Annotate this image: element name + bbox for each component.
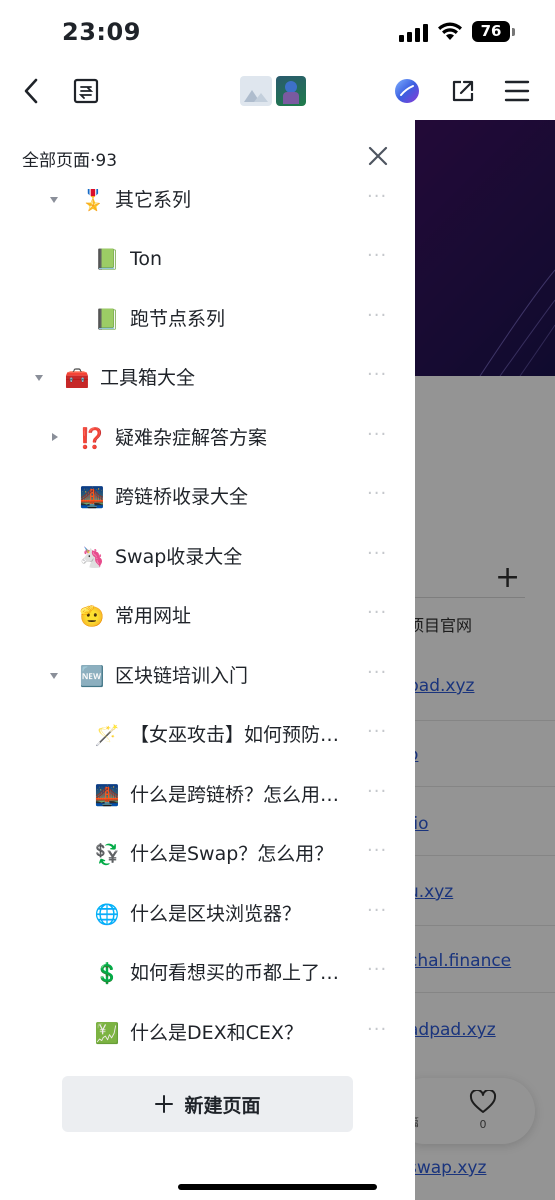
more-options-icon[interactable]: ··· (367, 782, 387, 802)
tree-item-label: 工具箱大全 (100, 367, 196, 389)
bridge-icon: 🌉 (79, 485, 105, 509)
tree-item-ton[interactable]: 📗 Ton ··· (0, 229, 415, 288)
bridge-icon: 🌉 (94, 783, 120, 807)
thumbnail-landscape-icon (240, 76, 272, 106)
chevron-left-icon (24, 78, 38, 104)
back-button[interactable] (14, 62, 48, 120)
tree-item-coin-listings[interactable]: 💲 如何看想买的币都上了… ··· (0, 943, 415, 1002)
expand-caret-icon[interactable] (50, 197, 58, 203)
more-options-icon[interactable]: ··· (367, 484, 387, 504)
tree-item-label: Ton (130, 248, 163, 270)
tree-item-label: 跨链桥收录大全 (115, 486, 249, 508)
tree-item-toolbox[interactable]: 🧰 工具箱大全 ··· (0, 348, 415, 407)
tree-item-what-is-bridge[interactable]: 🌉 什么是跨链桥？怎么用… ··· (0, 765, 415, 824)
page-tree-drawer: 全部页面·93 🎖️ 其它系列 ··· 📗 Ton ··· 📗 跑节点系列 ··… (0, 120, 415, 1200)
plus-icon (155, 1095, 174, 1113)
tree-item-common-urls[interactable]: 🫡 常用网址 ··· (0, 586, 415, 645)
expand-caret-icon[interactable] (50, 673, 58, 679)
more-options-icon[interactable]: ··· (367, 722, 387, 742)
hamburger-menu-icon (504, 80, 530, 102)
tree-item-troubleshooting[interactable]: ⁉️ 疑难杂症解答方案 ··· (0, 408, 415, 467)
tree-item-label: 什么是DEX和CEX？ (130, 1022, 303, 1044)
close-icon[interactable] (366, 144, 390, 168)
tree-item-bridges[interactable]: 🌉 跨链桥收录大全 ··· (0, 467, 415, 526)
more-options-icon[interactable]: ··· (367, 187, 387, 207)
more-options-icon[interactable]: ··· (367, 246, 387, 266)
battery-indicator: 76 (472, 21, 510, 42)
more-options-icon[interactable]: ··· (367, 603, 387, 623)
app-avatar-button[interactable] (392, 62, 422, 120)
collapsed-caret-icon[interactable] (52, 433, 58, 441)
more-options-icon[interactable]: ··· (367, 365, 387, 385)
tree-item-block-explorer[interactable]: 🌐 什么是区块浏览器？ ··· (0, 884, 415, 943)
tree-item-label: 如何看想买的币都上了… (130, 962, 340, 984)
more-options-icon[interactable]: ··· (367, 841, 387, 861)
green-book-icon: 📗 (94, 247, 120, 271)
new-page-label: 新建页面 (184, 1094, 261, 1117)
share-button[interactable] (448, 62, 478, 120)
unicorn-icon: 🦄 (79, 545, 105, 569)
exclamation-question-icon: ⁉️ (79, 426, 105, 450)
more-options-icon[interactable]: ··· (367, 1020, 387, 1040)
tree-item-label: 【女巫攻击】如何预防… (130, 724, 340, 746)
tree-item-label: 区块链培训入门 (115, 665, 249, 687)
more-options-icon[interactable]: ··· (367, 901, 387, 921)
tree-item-label: 疑难杂症解答方案 (115, 427, 268, 449)
more-options-icon[interactable]: ··· (367, 544, 387, 564)
tree-item-what-is-swap[interactable]: 💱 什么是Swap？怎么用？ ··· (0, 824, 415, 883)
top-nav-bar (0, 62, 555, 120)
outline-icon (73, 78, 99, 104)
cellular-signal-icon (399, 24, 428, 42)
tree-item-swaps[interactable]: 🦄 Swap收录大全 ··· (0, 527, 415, 586)
medal-icon: 🎖️ (80, 188, 106, 212)
battery-tip (512, 28, 515, 36)
tree-item-label: Swap收录大全 (115, 546, 243, 568)
tree-item-other-series[interactable]: 🎖️ 其它系列 ··· (0, 170, 415, 229)
menu-button[interactable] (502, 62, 532, 120)
more-options-icon[interactable]: ··· (367, 663, 387, 683)
home-indicator[interactable] (178, 1184, 377, 1190)
tree-item-label: 什么是跨链桥？怎么用… (130, 784, 340, 806)
drawer-title: 全部页面·93 (22, 151, 118, 171)
status-bar: 23:09 76 (0, 0, 555, 62)
tree-item-label: 什么是区块浏览器？ (130, 903, 302, 925)
chart-yen-icon: 💹 (94, 1021, 120, 1045)
tree-item-label: 常用网址 (115, 605, 192, 627)
tree-item-label: 什么是Swap？怎么用？ (130, 843, 334, 865)
tree-item-blockchain-training[interactable]: 🆕 区块链培训入门 ··· (0, 646, 415, 705)
expand-caret-icon[interactable] (35, 375, 43, 381)
share-icon (452, 80, 474, 102)
new-badge-icon: 🆕 (79, 664, 105, 688)
saluting-face-icon: 🫡 (79, 604, 105, 628)
thumbnail-character-icon (276, 76, 306, 106)
wifi-icon (438, 22, 462, 40)
currency-exchange-icon: 💱 (94, 842, 120, 866)
globe-icon: 🌐 (94, 902, 120, 926)
app-avatar-icon (395, 79, 419, 103)
new-page-button[interactable]: 新建页面 (62, 1076, 353, 1132)
green-book-icon: 📗 (94, 307, 120, 331)
more-options-icon[interactable]: ··· (367, 960, 387, 980)
dollar-sign-icon: 💲 (94, 961, 120, 985)
outline-button[interactable] (70, 62, 102, 120)
status-time: 23:09 (62, 18, 141, 46)
tree-item-dex-cex[interactable]: 💹 什么是DEX和CEX？ ··· (0, 1003, 415, 1062)
tree-item-node-series[interactable]: 📗 跑节点系列 ··· (0, 289, 415, 348)
magic-wand-icon: 🪄 (94, 723, 120, 747)
tree-item-sybil-attack[interactable]: 🪄 【女巫攻击】如何预防… ··· (0, 705, 415, 764)
toolbox-icon: 🧰 (64, 366, 90, 390)
more-options-icon[interactable]: ··· (367, 306, 387, 326)
tree-item-label: 其它系列 (115, 189, 192, 211)
more-options-icon[interactable]: ··· (367, 425, 387, 445)
page-cover-thumbnails[interactable] (238, 62, 308, 120)
tree-item-label: 跑节点系列 (130, 308, 226, 330)
